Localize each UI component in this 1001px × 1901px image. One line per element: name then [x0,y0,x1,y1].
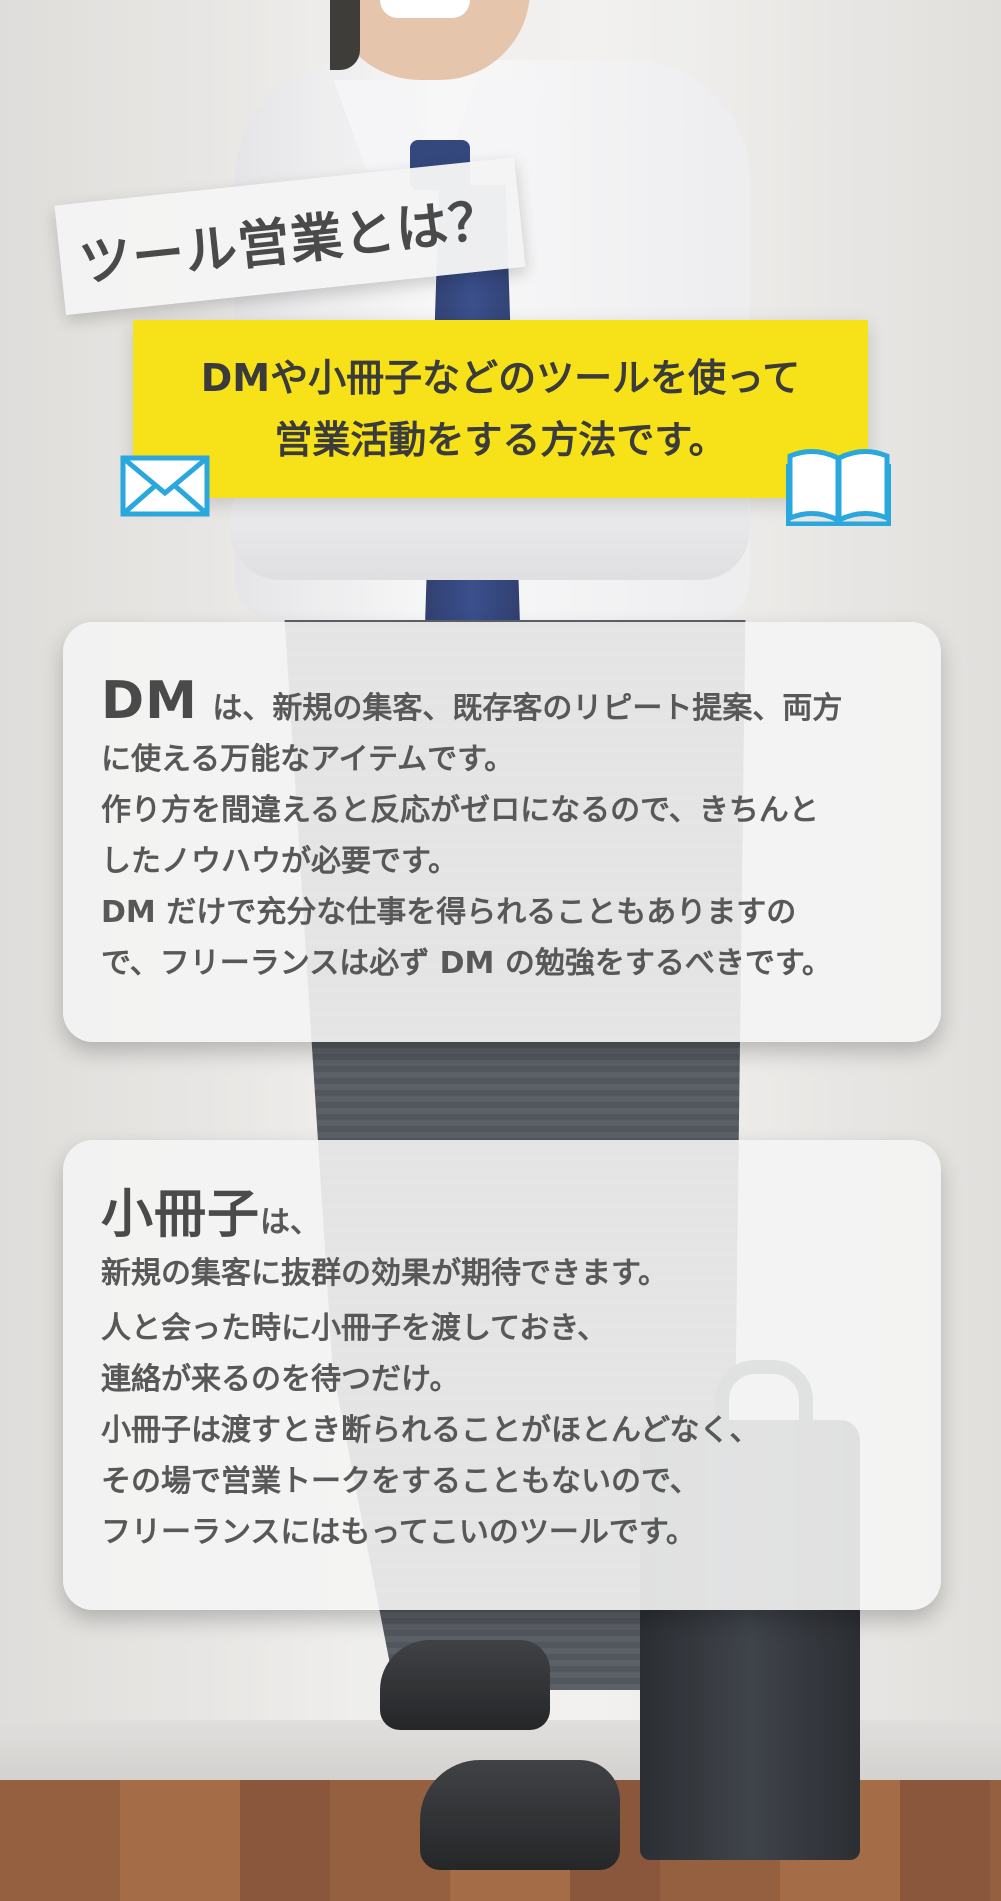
booklet-card-body: 小冊子は、 新規の集客に抜群の効果が期待できます。 人と会った時に小冊子を渡して… [101,1189,911,1558]
envelope-icon [120,455,210,517]
booklet-text-line-6: フリーランスにはもってこいのツールです。 [101,1515,696,1550]
booklet-info-card: 小冊子は、 新規の集客に抜群の効果が期待できます。 人と会った時に小冊子を渡して… [63,1140,941,1610]
open-book-icon [786,449,891,526]
tagline-line-2: 営業活動をする方法です。 [274,418,727,462]
booklet-text-line-1: 新規の集客に抜群の効果が期待できます。 [101,1256,668,1291]
dm-text-line-2: に使える万能なアイテムです。 [101,742,515,777]
booklet-text-line-3: 連絡が来るのを待つだけ。 [101,1362,460,1397]
tagline-band: DMや小冊子などのツールを使って 営業活動をする方法です。 [133,320,868,498]
dm-lead-term: DM [101,671,198,731]
dm-text-line-3: 作り方を間違えると反応がゼロになるので、きちんと [101,793,819,828]
booklet-text-line-5: その場で営業トークをすることもないので、 [101,1464,700,1499]
dm-text-line-1: は、新規の集客、既存客のリピート提案、両方 [212,691,843,726]
booklet-text-line-2: 人と会った時に小冊子を渡しておき、 [101,1311,608,1346]
dm-text-line-5: DM だけで充分な仕事を得られることもありますの [101,895,797,930]
booklet-text-line-4: 小冊子は渡すとき断られることがほとんどなく、 [101,1413,760,1448]
booklet-lead-term: 小冊子 [101,1185,261,1245]
booklet-lead-suffix: は、 [260,1205,321,1240]
tagline-line-1: DMや小冊子などのツールを使って [200,356,801,400]
dm-text-line-6: で、フリーランスは必ず DM の勉強をするべきです。 [101,946,832,981]
dm-info-card: DM は、新規の集客、既存客のリピート提案、両方 に使える万能なアイテムです。 … [63,622,941,1042]
dm-card-body: DM は、新規の集客、既存客のリピート提案、両方 に使える万能なアイテムです。 … [101,675,911,989]
dm-text-line-4: したノウハウが必要です。 [101,844,458,879]
